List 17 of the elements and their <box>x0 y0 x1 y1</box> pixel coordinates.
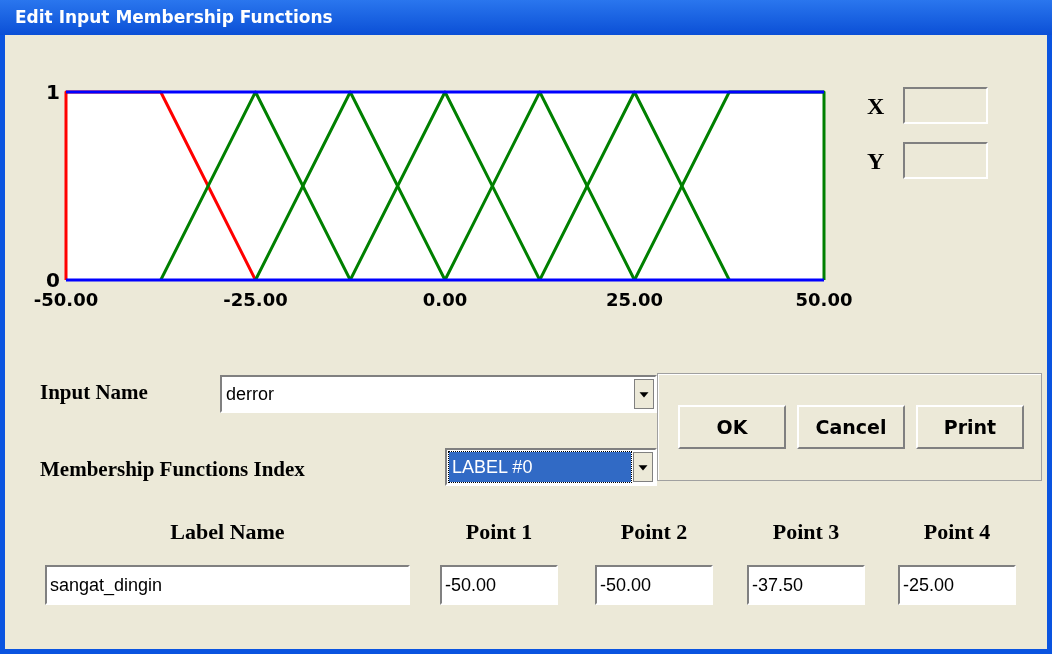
x-tick-label: -25.00 <box>223 289 288 310</box>
coordinate-label: Y <box>867 146 886 176</box>
column-header: Point 2 <box>619 518 689 546</box>
y-tick-label: 0 <box>46 268 60 292</box>
column-header: Point 3 <box>771 518 841 546</box>
field-label: Input Name <box>40 379 148 406</box>
x-tick-label: 0.00 <box>422 289 468 310</box>
x-tick-label: 25.00 <box>606 289 663 310</box>
column-header: Point 4 <box>922 518 992 546</box>
field-label: Membership Functions Index <box>40 456 305 483</box>
coordinate-label: X <box>867 91 886 121</box>
x-tick-label: 50.00 <box>795 289 853 310</box>
x-tick-label: -50.00 <box>33 289 99 310</box>
window-title: Edit Input Membership Functions <box>0 0 1052 35</box>
column-header: Label Name <box>169 518 286 546</box>
column-header: Point 1 <box>464 518 534 546</box>
y-tick-label: 1 <box>46 80 60 104</box>
